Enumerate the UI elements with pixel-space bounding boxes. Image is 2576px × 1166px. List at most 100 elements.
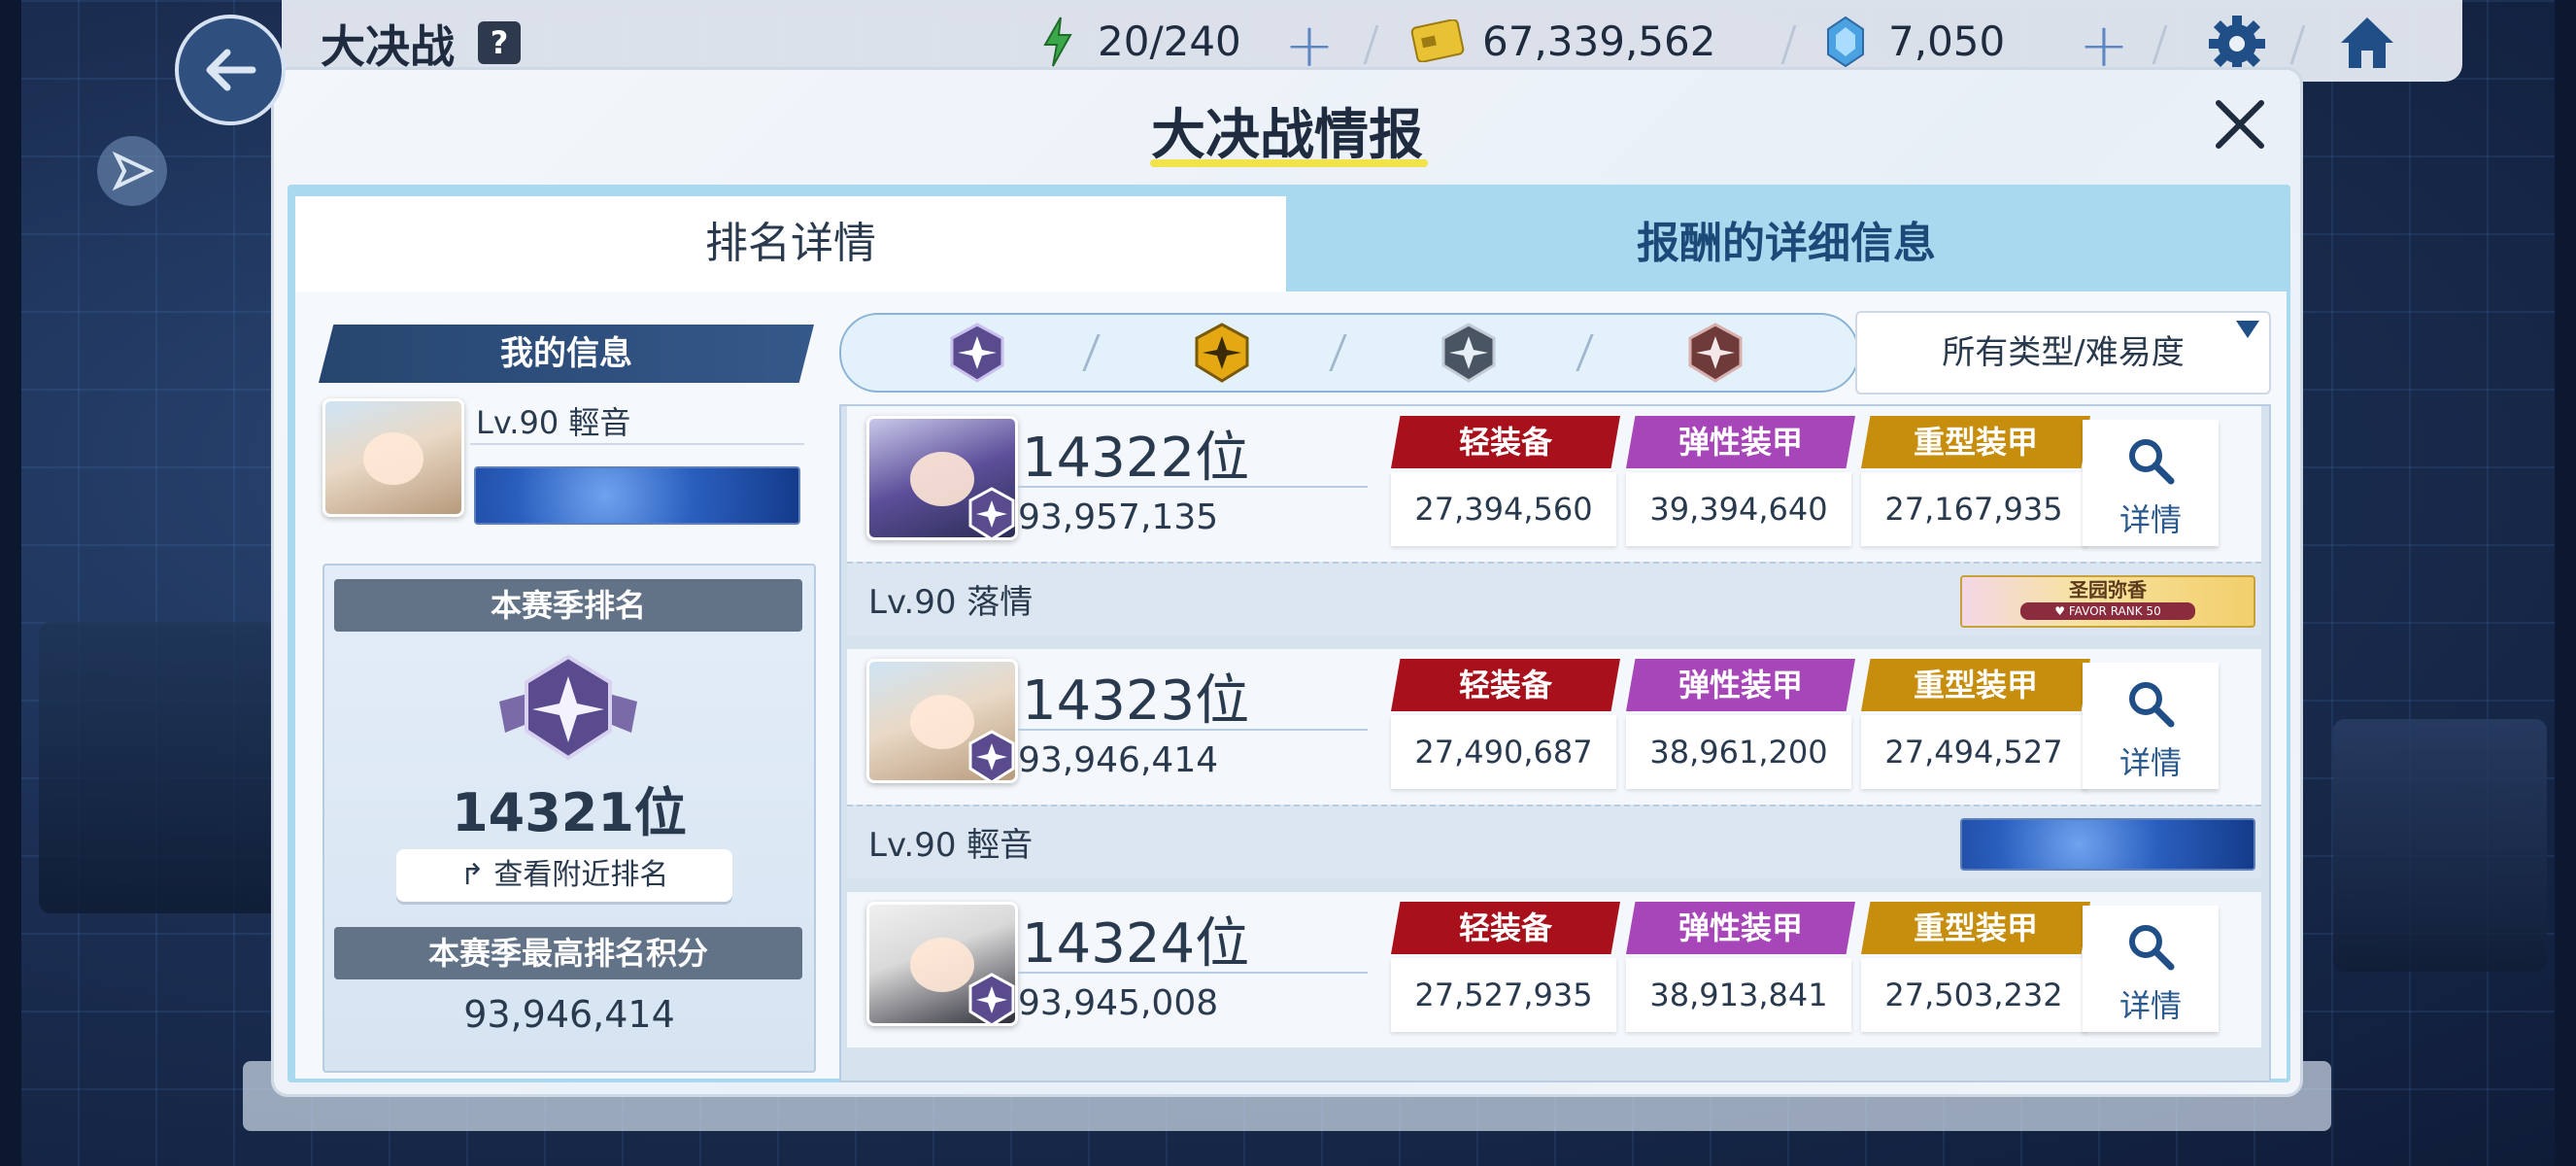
elastic-armor-score: 弹性装甲 39,394,640 — [1626, 416, 1855, 550]
help-button[interactable]: ? — [478, 21, 521, 64]
player-rank: 14324位 — [1022, 912, 1250, 976]
background-console — [39, 622, 291, 913]
player-score: 93,957,135 — [1018, 497, 1219, 537]
divider — [1329, 334, 1347, 371]
player-avatar — [866, 659, 1018, 783]
light-armor-label: 轻装备 — [1391, 902, 1620, 954]
filter-gold[interactable] — [1154, 321, 1290, 385]
filter-silver[interactable] — [1401, 321, 1537, 385]
divider — [470, 443, 804, 445]
modal-title: 大决战情报 — [1151, 104, 1423, 167]
player-score: 93,945,008 — [1018, 983, 1219, 1023]
elastic-armor-value: 39,394,640 — [1626, 472, 1851, 546]
player-name: Lv.90 落情 — [868, 583, 1034, 622]
credit-card-icon — [1410, 19, 1465, 62]
heavy-armor-score: 重型装甲 27,167,935 — [1861, 416, 2090, 550]
player-name: Lv.90 輕音 — [868, 826, 1034, 865]
gem-icon — [1827, 16, 1864, 68]
detail-button[interactable]: 详情 — [2083, 663, 2219, 789]
player-avatar — [866, 416, 1018, 540]
tab-ranking-details[interactable]: 排名详情 — [295, 196, 1286, 292]
background-console-right — [2333, 719, 2547, 972]
gems-counter: 7,050 — [1888, 17, 2006, 65]
season-rank-label: 本赛季排名 — [334, 579, 802, 632]
my-info-header: 我的信息 — [319, 325, 814, 383]
detail-button[interactable]: 详情 — [2083, 906, 2219, 1032]
row-footer: Lv.90 輕音 — [847, 805, 2261, 878]
share-icon — [112, 151, 154, 191]
row-footer: Lv.90 落情 圣园弥香 ♥ FAVOR RANK 50 — [847, 562, 2261, 635]
heavy-armor-label: 重型装甲 — [1861, 902, 2090, 954]
elastic-armor-score: 弹性装甲 38,913,841 — [1626, 902, 1855, 1036]
search-icon — [2129, 439, 2175, 485]
rank-badge-icon — [968, 973, 1015, 1023]
background-edge-right — [2555, 0, 2576, 1166]
my-avatar — [322, 398, 464, 517]
avatar-face — [363, 432, 424, 485]
back-button[interactable] — [175, 15, 286, 125]
share-arrow-icon: ↱ — [459, 858, 494, 892]
home-icon[interactable] — [2335, 12, 2399, 74]
gear-icon[interactable] — [2205, 12, 2269, 76]
player-banner — [1960, 818, 2255, 871]
season-rank-box: 本赛季排名 14321位 ↱ 查看附近排名 本赛季最高排名积分 93,946,4… — [322, 564, 816, 1073]
background-edge-left — [0, 0, 21, 1166]
light-armor-value: 27,490,687 — [1391, 715, 1616, 789]
detail-label: 详情 — [2118, 744, 2182, 781]
elastic-armor-label: 弹性装甲 — [1626, 659, 1855, 711]
best-score-label: 本赛季最高排名积分 — [334, 927, 802, 979]
elastic-armor-value: 38,961,200 — [1626, 715, 1851, 789]
heavy-armor-value: 27,503,232 — [1861, 958, 2086, 1032]
elastic-armor-value: 38,913,841 — [1626, 958, 1851, 1032]
heavy-armor-score: 重型装甲 27,494,527 — [1861, 659, 2090, 793]
energy-bolt-icon — [1043, 17, 1072, 67]
divider — [1018, 972, 1368, 974]
heavy-armor-label: 重型装甲 — [1861, 659, 2090, 711]
banner-title: 圣园弥香 — [2069, 578, 2147, 601]
elastic-armor-label: 弹性装甲 — [1626, 902, 1855, 954]
player-banner: 圣园弥香 ♥ FAVOR RANK 50 — [1960, 575, 2255, 628]
filter-insane[interactable] — [909, 321, 1045, 385]
credits-counter: 67,339,562 — [1482, 17, 1716, 65]
rank-badge-icon — [968, 487, 1015, 537]
divider — [1018, 486, 1368, 488]
rank-badge-icon — [968, 730, 1015, 780]
back-arrow-icon — [206, 49, 256, 91]
close-button[interactable] — [2203, 87, 2277, 161]
rank-badge-silver-icon — [1441, 323, 1496, 383]
player-avatar — [866, 902, 1018, 1026]
ranking-row: 14322位 93,957,135 轻装备 27,394,560 弹性装甲 39… — [847, 406, 2261, 639]
rank-badge-bronze-icon — [1688, 323, 1743, 383]
heavy-armor-value: 27,167,935 — [1861, 472, 2086, 546]
my-name: Lv.90 輕音 — [476, 404, 631, 441]
search-icon — [2129, 925, 2175, 971]
heavy-armor-label: 重型装甲 — [1861, 416, 2090, 468]
view-nearby-rank-button[interactable]: ↱ 查看附近排名 — [396, 849, 732, 902]
search-icon — [2129, 682, 2175, 728]
dropdown-triangle-icon — [2236, 321, 2259, 338]
rank-badge-purple-icon — [950, 323, 1004, 383]
ranking-row: 14324位 93,945,008 轻装备 27,527,935 弹性装甲 38… — [847, 892, 2261, 1080]
light-armor-label: 轻装备 — [1391, 659, 1620, 711]
type-difficulty-dropdown[interactable]: 所有类型/难易度 — [1855, 311, 2271, 394]
close-icon — [2216, 100, 2264, 149]
my-banner — [474, 466, 800, 525]
title-underline — [1150, 159, 1428, 167]
type-difficulty-label: 所有类型/难易度 — [1942, 333, 2185, 372]
elastic-armor-score: 弹性装甲 38,961,200 — [1626, 659, 1855, 793]
rank-badge-gold-icon — [1195, 323, 1249, 383]
elastic-armor-label: 弹性装甲 — [1626, 416, 1855, 468]
detail-button[interactable]: 详情 — [2083, 420, 2219, 546]
filter-bronze[interactable] — [1647, 321, 1783, 385]
raid-info-modal: 大决战情报 排名详情 报酬的详细信息 我的信息 Lv.90 輕音 本赛季排名 1… — [274, 70, 2300, 1094]
player-rank: 14322位 — [1022, 427, 1250, 490]
detail-label: 详情 — [2118, 987, 2182, 1024]
ranking-list[interactable]: 14322位 93,957,135 轻装备 27,394,560 弹性装甲 39… — [839, 404, 2271, 1082]
banner-subtitle: ♥ FAVOR RANK 50 — [2020, 602, 2195, 620]
tab-content: 我的信息 Lv.90 輕音 本赛季排名 14321位 ↱ 查看附近排名 本赛季最… — [295, 292, 2287, 1082]
heavy-armor-score: 重型装甲 27,503,232 — [1861, 902, 2090, 1036]
share-button[interactable] — [97, 136, 167, 206]
rank-badge-icon — [499, 654, 637, 761]
light-armor-value: 27,527,935 — [1391, 958, 1616, 1032]
tab-reward-details[interactable]: 报酬的详细信息 — [1286, 196, 2287, 292]
